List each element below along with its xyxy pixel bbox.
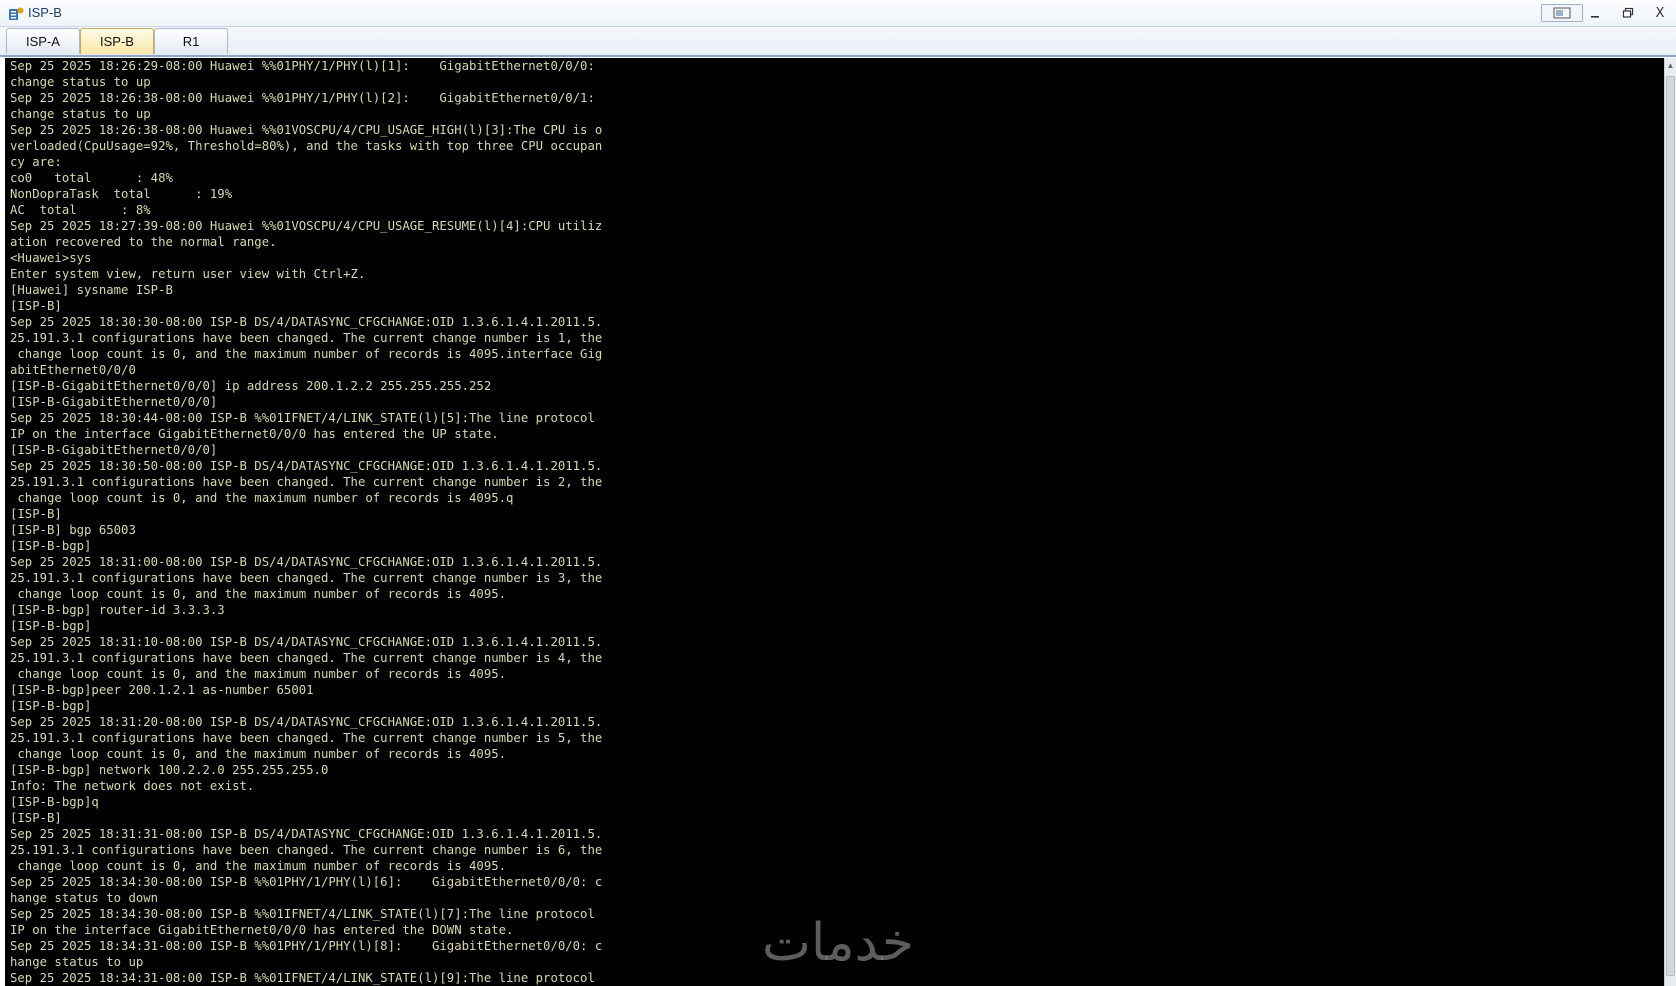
- terminal-line: change loop count is 0, and the maximum …: [10, 587, 507, 601]
- terminal-line: verloaded(CpuUsage=92%, Threshold=80%), …: [10, 139, 603, 153]
- terminal-line: abitEthernet0/0/0: [10, 363, 136, 377]
- scroll-up-arrow-icon[interactable]: ▲: [1665, 58, 1676, 72]
- terminal-line: 25.191.3.1 configurations have been chan…: [10, 651, 603, 665]
- terminal-line: [ISP-B]: [10, 811, 62, 825]
- terminal-line: [ISP-B-bgp]q: [10, 795, 99, 809]
- tab-bar: ISP-A ISP-B R1: [0, 27, 1676, 57]
- terminal-line: [ISP-B-GigabitEthernet0/0/0] ip address …: [10, 379, 492, 393]
- terminal-line: [ISP-B-GigabitEthernet0/0/0]: [10, 443, 218, 457]
- terminal-line: Sep 25 2025 18:30:50-08:00 ISP-B DS/4/DA…: [10, 459, 603, 473]
- terminal-line: 25.191.3.1 configurations have been chan…: [10, 731, 603, 745]
- terminal-line: Sep 25 2025 18:26:29-08:00 Huawei %%01PH…: [10, 59, 595, 73]
- terminal-line: 25.191.3.1 configurations have been chan…: [10, 331, 603, 345]
- minimize-icon: [1591, 16, 1599, 18]
- terminal-line: cy are:: [10, 155, 62, 169]
- terminal-line: IP on the interface GigabitEthernet0/0/0…: [10, 923, 514, 937]
- terminal-line: Sep 25 2025 18:31:10-08:00 ISP-B DS/4/DA…: [10, 635, 603, 649]
- watermark-logo: خدمات: [761, 913, 915, 973]
- terminal-console[interactable]: Sep 25 2025 18:26:29-08:00 Huawei %%01PH…: [5, 58, 1664, 986]
- tab-label: ISP-B: [100, 34, 134, 49]
- terminal-line: [ISP-B-bgp]peer 200.1.2.1 as-number 6500…: [10, 683, 314, 697]
- close-icon: X: [1655, 5, 1665, 21]
- terminal-line: change loop count is 0, and the maximum …: [10, 667, 507, 681]
- terminal-line: Sep 25 2025 18:34:31-08:00 ISP-B %%01IFN…: [10, 971, 595, 985]
- terminal-line: Enter system view, return user view with…: [10, 267, 366, 281]
- terminal-line: 25.191.3.1 configurations have been chan…: [10, 475, 603, 489]
- terminal-line: Sep 25 2025 18:31:31-08:00 ISP-B DS/4/DA…: [10, 827, 603, 841]
- minimize-button[interactable]: [1581, 4, 1609, 22]
- terminal-line: hange status to down: [10, 891, 159, 905]
- scroll-thumb[interactable]: [1666, 76, 1675, 976]
- terminal-line: Sep 25 2025 18:26:38-08:00 Huawei %%01VO…: [10, 123, 603, 137]
- terminal-line: <Huawei>sys: [10, 251, 92, 265]
- tab-isp-b[interactable]: ISP-B: [80, 28, 154, 54]
- terminal-line: [ISP-B-bgp]: [10, 539, 92, 553]
- terminal-line: [ISP-B]: [10, 299, 62, 313]
- terminal-line: Sep 25 2025 18:34:30-08:00 ISP-B %%01PHY…: [10, 875, 603, 889]
- terminal-line: [ISP-B-bgp] network 100.2.2.0 255.255.25…: [10, 763, 329, 777]
- terminal-line: Info: The network does not exist.: [10, 779, 255, 793]
- terminal-line: change status to up: [10, 75, 151, 89]
- terminal-line: Sep 25 2025 18:31:20-08:00 ISP-B DS/4/DA…: [10, 715, 603, 729]
- tab-label: R1: [182, 34, 200, 49]
- terminal-line: Sep 25 2025 18:31:00-08:00 ISP-B DS/4/DA…: [10, 555, 603, 569]
- maximize-icon: [1622, 7, 1634, 18]
- terminal-line: change loop count is 0, and the maximum …: [10, 347, 603, 361]
- terminal-line: [ISP-B]: [10, 507, 62, 521]
- tab-isp-a[interactable]: ISP-A: [6, 28, 80, 54]
- terminal-line: [ISP-B-bgp]: [10, 699, 92, 713]
- terminal-line: IP on the interface GigabitEthernet0/0/0…: [10, 427, 499, 441]
- terminal-output: Sep 25 2025 18:26:29-08:00 Huawei %%01PH…: [10, 58, 602, 986]
- restore-layout-icon: [1553, 7, 1571, 19]
- terminal-line: Sep 25 2025 18:27:39-08:00 Huawei %%01VO…: [10, 219, 603, 233]
- terminal-line: AC total : 8%: [10, 203, 151, 217]
- terminal-line: change loop count is 0, and the maximum …: [10, 859, 507, 873]
- terminal-line: hange status to up: [10, 955, 144, 969]
- title-bar: ISP-B X: [0, 0, 1676, 27]
- terminal-line: [ISP-B-GigabitEthernet0/0/0]: [10, 395, 218, 409]
- terminal-line: change status to up: [10, 107, 151, 121]
- terminal-line: [Huawei] sysname ISP-B: [10, 283, 173, 297]
- ensp-device-icon: [9, 7, 24, 20]
- terminal-line: NonDopraTask total : 19%: [10, 187, 233, 201]
- terminal-line: Sep 25 2025 18:30:30-08:00 ISP-B DS/4/DA…: [10, 315, 603, 329]
- terminal-line: 25.191.3.1 configurations have been chan…: [10, 843, 603, 857]
- terminal-line: [ISP-B-bgp] router-id 3.3.3.3: [10, 603, 225, 617]
- terminal-line: Sep 25 2025 18:30:44-08:00 ISP-B %%01IFN…: [10, 411, 595, 425]
- terminal-line: co0 total : 48%: [10, 171, 173, 185]
- terminal-line: ation recovered to the normal range.: [10, 235, 277, 249]
- vertical-scrollbar[interactable]: ▲: [1664, 58, 1676, 986]
- window-title: ISP-B: [28, 5, 62, 20]
- terminal-line: 25.191.3.1 configurations have been chan…: [10, 571, 603, 585]
- restore-layout-button[interactable]: [1541, 4, 1583, 22]
- terminal-line: Sep 25 2025 18:26:38-08:00 Huawei %%01PH…: [10, 91, 595, 105]
- terminal-line: change loop count is 0, and the maximum …: [10, 747, 507, 761]
- close-button[interactable]: X: [1646, 4, 1674, 22]
- maximize-button[interactable]: [1614, 4, 1642, 22]
- terminal-line: [ISP-B-bgp]: [10, 619, 92, 633]
- terminal-line: Sep 25 2025 18:34:31-08:00 ISP-B %%01PHY…: [10, 939, 603, 953]
- terminal-line: change loop count is 0, and the maximum …: [10, 491, 514, 505]
- terminal-line: [ISP-B] bgp 65003: [10, 523, 136, 537]
- terminal-line: Sep 25 2025 18:34:30-08:00 ISP-B %%01IFN…: [10, 907, 595, 921]
- tab-label: ISP-A: [26, 34, 60, 49]
- tab-r1[interactable]: R1: [154, 28, 228, 54]
